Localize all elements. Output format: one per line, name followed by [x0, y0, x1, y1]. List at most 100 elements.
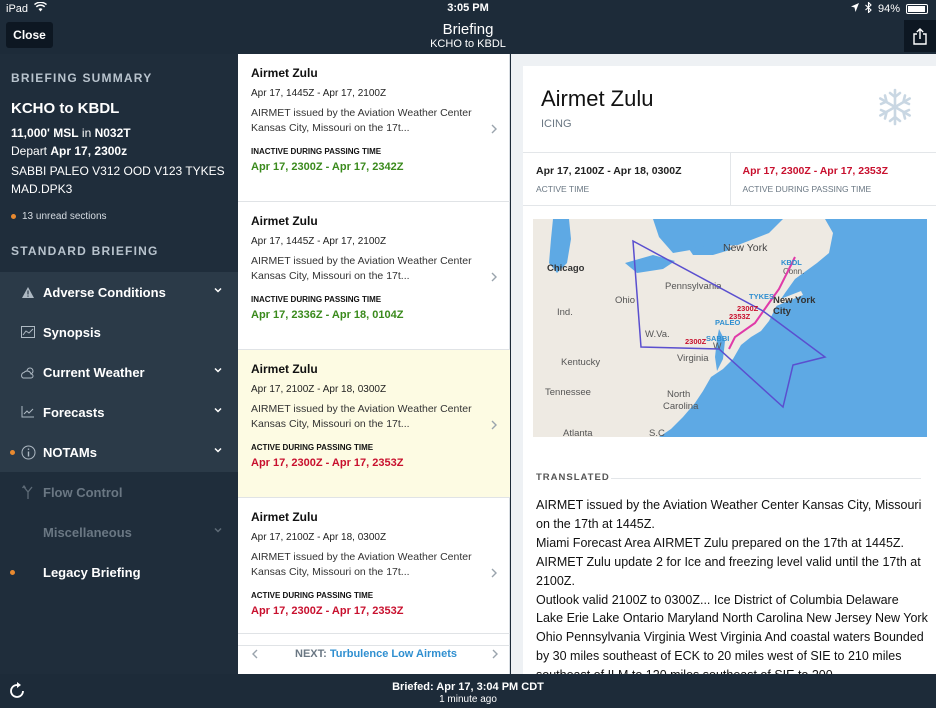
summary-altitude-line: 11,000' MSL in N032T	[0, 124, 238, 142]
list-item[interactable]: Airmet Zulu Apr 17, 2100Z - Apr 18, 0300…	[238, 498, 510, 646]
card-status-label: ACTIVE DURING PASSING TIME	[251, 591, 374, 600]
sidebar-item-miscellaneous: Miscellaneous	[0, 512, 238, 552]
waypoint-label: TYKES	[749, 292, 774, 301]
airmet-list: Airmet Zulu Apr 17, 1445Z - Apr 17, 2100…	[238, 54, 510, 674]
card-time-range: Apr 17, 2100Z - Apr 18, 0300Z	[251, 384, 387, 395]
active-time-label: ACTIVE TIME	[536, 184, 590, 194]
card-description: AIRMET issued by the Aviation Weather Ce…	[251, 107, 472, 134]
map-label: Pennsylvania	[665, 281, 722, 292]
unread-dot	[10, 570, 15, 575]
share-button[interactable]	[904, 20, 936, 52]
briefed-ago: 1 minute ago	[439, 694, 497, 705]
location-icon	[850, 3, 859, 15]
waypoint-label: SABBI	[706, 334, 729, 343]
map-label: Ind.	[557, 307, 573, 318]
sidebar-item-synopsis[interactable]: Synopsis	[0, 312, 238, 352]
card-description: AIRMET issued by the Aviation Weather Ce…	[251, 551, 472, 578]
sidebar-item-label: Flow Control	[43, 484, 123, 500]
translated-text: AIRMET issued by the Aviation Weather Ce…	[536, 496, 928, 674]
bluetooth-icon	[865, 1, 872, 16]
text-paragraph: Miami Forecast Area AIRMET Zulu prepared…	[536, 535, 905, 550]
divider	[611, 478, 921, 479]
unread-sections: 13 unread sections	[0, 198, 238, 222]
status-bar: iPad 3:05 PM 94%	[0, 0, 936, 16]
bottom-bar: Briefed: Apr 17, 3:04 PM CDT 1 minute ag…	[0, 674, 936, 708]
page-title: Briefing	[442, 21, 494, 38]
sidebar-item-label: Miscellaneous	[43, 524, 132, 540]
waypoint-label: KBDL	[781, 258, 802, 267]
text-paragraph: AIRMET issued by the Aviation Weather Ce…	[536, 498, 922, 531]
card-title: Airmet Zulu	[251, 510, 318, 524]
chevron-down-icon	[214, 407, 222, 413]
cloud-sun-icon	[19, 363, 37, 381]
warning-icon	[19, 283, 37, 301]
text-paragraph: AIRMET Zulu update 2 for Ice and freezin…	[536, 554, 921, 588]
sidebar-item-label: Legacy Briefing	[43, 564, 141, 580]
next-arrow-button[interactable]	[480, 649, 510, 659]
card-status-time: Apr 17, 2300Z - Apr 17, 2353Z	[251, 605, 404, 617]
map-label: Chicago	[547, 263, 585, 274]
battery-percent: 94%	[877, 3, 900, 15]
chevron-right-icon	[491, 420, 497, 430]
passing-time-label: ACTIVE DURING PASSING TIME	[742, 184, 872, 194]
translated-heading: TRANSLATED	[536, 472, 610, 483]
list-item[interactable]: Airmet Zulu Apr 17, 1445Z - Apr 17, 2100…	[238, 202, 510, 350]
share-icon	[913, 27, 927, 45]
card-description: AIRMET issued by the Aviation Weather Ce…	[251, 255, 472, 282]
unread-dot	[10, 450, 15, 455]
passing-time-value: Apr 17, 2300Z - Apr 17, 2353Z	[742, 165, 889, 177]
standard-briefing-heading: STANDARD BRIEFING	[11, 244, 159, 258]
sidebar-item-legacy-briefing[interactable]: Legacy Briefing	[0, 552, 238, 592]
card-title: Airmet Zulu	[251, 362, 318, 376]
map-label: Ohio	[615, 295, 635, 306]
chevron-right-icon	[491, 124, 497, 134]
clock: 3:05 PM	[447, 2, 489, 14]
chevron-right-icon	[491, 568, 497, 578]
sidebar: BRIEFING SUMMARY KCHO to KBDL 11,000' MS…	[0, 54, 238, 674]
standard-briefing-menu: Adverse Conditions Synopsis Current Weat…	[0, 272, 238, 592]
trend-icon	[19, 403, 37, 421]
sidebar-item-notams[interactable]: NOTAMs	[0, 432, 238, 472]
list-item-selected[interactable]: Airmet Zulu Apr 17, 2100Z - Apr 18, 0300…	[238, 350, 510, 498]
list-item[interactable]: Airmet Zulu Apr 17, 1445Z - Apr 17, 2100…	[238, 54, 510, 202]
summary-route: KCHO to KBDL	[11, 100, 120, 117]
flow-icon	[19, 483, 37, 501]
card-time-range: Apr 17, 1445Z - Apr 17, 2100Z	[251, 88, 387, 99]
card-status-label: INACTIVE DURING PASSING TIME	[251, 295, 382, 304]
sidebar-item-label: Forecasts	[43, 404, 105, 420]
map-label: S.C	[649, 428, 665, 437]
summary-depart-time: Apr 17, 2300z	[50, 144, 128, 158]
map-label: New York	[773, 295, 816, 306]
nav-bar: Close Briefing KCHO to KBDL	[0, 16, 936, 54]
passing-time-block: Apr 17, 2300Z - Apr 17, 2353Z ACTIVE DUR…	[729, 153, 936, 205]
map-label: North	[667, 389, 690, 400]
summary-altitude: 11,000' MSL	[11, 126, 79, 140]
card-title: Airmet Zulu	[251, 66, 318, 80]
briefed-time: Briefed: Apr 17, 3:04 PM CDT	[392, 681, 544, 693]
sidebar-item-label: Synopsis	[43, 324, 101, 340]
sidebar-item-label: NOTAMs	[43, 444, 97, 460]
sidebar-item-current-weather[interactable]: Current Weather	[0, 352, 238, 392]
summary-depart-prefix: Depart	[11, 144, 48, 158]
unread-dot	[11, 214, 16, 219]
chevron-down-icon	[214, 287, 222, 293]
sidebar-item-adverse-conditions[interactable]: Adverse Conditions	[0, 272, 238, 312]
active-time-value: Apr 17, 2100Z - Apr 18, 0300Z	[536, 165, 682, 177]
card-status-label: ACTIVE DURING PASSING TIME	[251, 443, 374, 452]
map-label: City	[773, 306, 792, 317]
detail-title: Airmet Zulu	[541, 86, 654, 111]
time-marker: 2353Z	[729, 312, 751, 321]
previous-button[interactable]	[238, 649, 272, 659]
battery-icon	[906, 4, 928, 14]
chevron-down-icon	[214, 367, 222, 373]
sidebar-item-forecasts[interactable]: Forecasts	[0, 392, 238, 432]
pager: NEXT: Turbulence Low Airmets	[238, 633, 510, 674]
card-description: AIRMET issued by the Aviation Weather Ce…	[251, 403, 472, 430]
text-paragraph: Outlook valid 2100Z to 0300Z... Ice Dist…	[536, 592, 928, 674]
airmet-map[interactable]: Chicago New York New York City Pennsylva…	[533, 219, 927, 437]
map-label: Tennessee	[545, 387, 591, 398]
chevron-right-icon	[491, 272, 497, 282]
next-button[interactable]: NEXT: Turbulence Low Airmets	[272, 648, 480, 660]
info-icon	[19, 443, 37, 461]
snowflake-icon	[879, 88, 911, 126]
